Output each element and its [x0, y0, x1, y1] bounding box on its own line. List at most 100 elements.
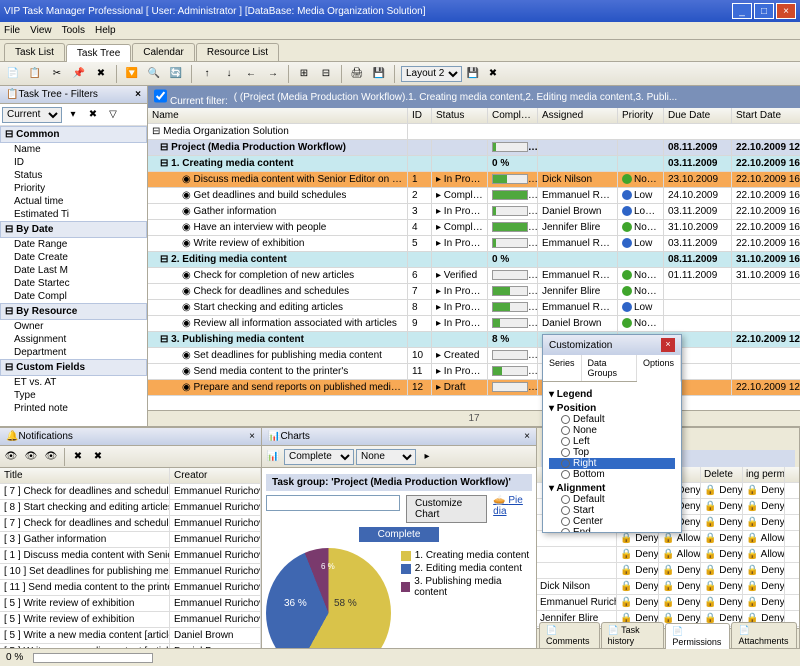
notif-row[interactable]: [ 7 ] Check for deadlines and schedulesE… — [0, 484, 261, 500]
col-header[interactable]: Priority — [618, 108, 664, 123]
horizontal-scrollbar[interactable]: 17 — [148, 410, 800, 426]
tb-up-icon[interactable]: ↑ — [198, 65, 216, 83]
perm-row[interactable]: 🔒 Deny(E🔒 Allow(E🔒 Deny(E🔒 Allow(E — [537, 547, 799, 563]
customization-close-icon[interactable]: × — [661, 338, 675, 352]
tab-resource-list[interactable]: Resource List — [196, 43, 279, 61]
custom-section[interactable]: ▾ Position — [549, 403, 675, 414]
notif-view2-icon[interactable]: 👁 — [22, 448, 40, 466]
perm-tab[interactable]: 📄 Task history — [601, 622, 665, 648]
notif-row[interactable]: [ 5 ] Write a new media content [article… — [0, 644, 261, 648]
notif-row[interactable]: [ 10 ] Set deadlines for publishing medi… — [0, 564, 261, 580]
chart-type-icon[interactable]: 📊 — [264, 448, 282, 466]
col-header[interactable]: Assigned — [538, 108, 618, 123]
table-row[interactable]: ◉ Have an interview with people4▸ Comple… — [148, 220, 800, 236]
tb-new-icon[interactable]: 📄 — [4, 65, 22, 83]
table-row[interactable]: ⊟ Project (Media Production Workflow) 8 … — [148, 140, 800, 156]
tb-delete-icon[interactable]: ✖ — [92, 65, 110, 83]
custom-option[interactable]: Center — [549, 516, 675, 527]
filter-group[interactable]: ⊟ By Date — [0, 221, 147, 238]
tb-collapse-icon[interactable]: ⊟ — [317, 65, 335, 83]
filter-clear-icon[interactable]: ✖ — [84, 106, 102, 124]
menu-file[interactable]: File — [4, 25, 20, 36]
chart-input[interactable] — [266, 495, 400, 511]
filter-pane-close-icon[interactable]: × — [135, 89, 141, 100]
table-row[interactable]: ⊟ 1. Creating media content0 %03.11.2009… — [148, 156, 800, 172]
custom-option[interactable]: End — [549, 527, 675, 532]
table-row[interactable]: ◉ Review all information associated with… — [148, 316, 800, 332]
tb-expand-icon[interactable]: ⊞ — [295, 65, 313, 83]
table-row[interactable]: ⊟ 3. Publishing media content8 %22.10.20… — [148, 332, 800, 348]
table-row[interactable]: ◉ Send media content to the printer's11▸… — [148, 364, 800, 380]
filter-item[interactable]: Owner — [0, 320, 147, 333]
filter-item[interactable]: Actual time — [0, 195, 147, 208]
table-row[interactable]: ◉ Gather information3▸ In Progress 10 %D… — [148, 204, 800, 220]
notif-row[interactable]: [ 1 ] Discuss media content with Senior … — [0, 548, 261, 564]
filter-item[interactable]: Date Range — [0, 238, 147, 251]
filter-item[interactable]: Estimated Ti — [0, 208, 147, 221]
custom-tab[interactable]: Data Groups — [582, 355, 637, 381]
notif-view3-icon[interactable]: 👁 — [42, 448, 60, 466]
current-filter-checkbox[interactable]: Current filter: — [154, 88, 228, 107]
filter-item[interactable]: Date Create — [0, 251, 147, 264]
col-header[interactable]: Due Date — [664, 108, 732, 123]
custom-option[interactable]: Left — [549, 436, 675, 447]
filter-dropdown-icon[interactable]: ▾ — [64, 106, 82, 124]
table-row[interactable]: ◉ Get deadlines and build schedules2▸ Co… — [148, 188, 800, 204]
tb-copy-icon[interactable]: 📋 — [26, 65, 44, 83]
table-row[interactable]: ◉ Check for deadlines and schedules7▸ In… — [148, 284, 800, 300]
layout-save-icon[interactable]: 💾 — [464, 65, 482, 83]
filter-group[interactable]: ⊟ Custom Fields — [0, 359, 147, 376]
filter-group[interactable]: ⊟ By Resource — [0, 303, 147, 320]
layout-select[interactable]: Layout 2 — [401, 66, 462, 82]
tb-paste-icon[interactable]: 📌 — [70, 65, 88, 83]
filter-item[interactable]: Date Compl — [0, 290, 147, 303]
tb-print-icon[interactable]: 🖨 — [348, 65, 366, 83]
custom-option[interactable]: Default — [549, 414, 675, 425]
notif-row[interactable]: [ 7 ] Check for deadlines and schedulesE… — [0, 516, 261, 532]
notif-view1-icon[interactable]: 👁 — [2, 448, 20, 466]
filter-current-select[interactable]: Current — [2, 107, 62, 123]
custom-option[interactable]: Bottom — [549, 469, 675, 480]
maximize-button[interactable]: □ — [754, 3, 774, 19]
col-header[interactable]: Status — [432, 108, 488, 123]
filter-group[interactable]: ⊟ Common — [0, 126, 147, 143]
table-row[interactable]: ◉ Prepare and send reports on published … — [148, 380, 800, 396]
tb-filter-icon[interactable]: 🔽 — [123, 65, 141, 83]
tb-down-icon[interactable]: ↓ — [220, 65, 238, 83]
tb-cut-icon[interactable]: ✂ — [48, 65, 66, 83]
table-row[interactable]: ⊟ 2. Editing media content0 %08.11.20093… — [148, 252, 800, 268]
custom-option[interactable]: None — [549, 425, 675, 436]
table-row[interactable]: ⊟ Media Organization Solution — [148, 124, 800, 140]
menu-view[interactable]: View — [30, 25, 52, 36]
tb-right-icon[interactable]: → — [264, 65, 282, 83]
custom-option[interactable]: Default — [549, 494, 675, 505]
filter-item[interactable]: Status — [0, 169, 147, 182]
notif-row[interactable]: [ 5 ] Write review of exhibitionEmmanuel… — [0, 596, 261, 612]
notif-del1-icon[interactable]: ✖ — [69, 448, 87, 466]
custom-option[interactable]: Top — [549, 447, 675, 458]
col-header[interactable]: Start Date — [732, 108, 800, 123]
filter-item[interactable]: Printed note — [0, 402, 147, 415]
col-header[interactable]: Name — [148, 108, 408, 123]
notif-row[interactable]: [ 5 ] Write review of exhibitionEmmanuel… — [0, 612, 261, 628]
filter-item[interactable]: Assignment — [0, 333, 147, 346]
filter-item[interactable]: Date Startec — [0, 277, 147, 290]
pie-diagram-link[interactable]: 🥧 Pie dia — [493, 495, 532, 523]
custom-tab[interactable]: Series — [543, 355, 582, 381]
filter-funnel-icon[interactable]: ▽ — [104, 106, 122, 124]
layout-del-icon[interactable]: ✖ — [484, 65, 502, 83]
perm-tab[interactable]: 📄 Attachments — [731, 622, 797, 648]
notif-row[interactable]: [ 5 ] Write a new media content [article… — [0, 628, 261, 644]
menu-help[interactable]: Help — [95, 25, 116, 36]
filter-item[interactable]: ID — [0, 156, 147, 169]
filter-item[interactable]: Department — [0, 346, 147, 359]
notif-close-icon[interactable]: × — [249, 431, 255, 442]
customize-chart-button[interactable]: Customize Chart — [406, 495, 487, 523]
table-row[interactable]: ◉ Set deadlines for publishing media con… — [148, 348, 800, 364]
charts-close-icon[interactable]: × — [524, 431, 530, 442]
chart-refresh-icon[interactable]: ▸ — [418, 448, 436, 466]
minimize-button[interactable]: _ — [732, 3, 752, 19]
close-button[interactable]: × — [776, 3, 796, 19]
tab-task-list[interactable]: Task List — [4, 43, 65, 61]
menu-tools[interactable]: Tools — [62, 25, 85, 36]
